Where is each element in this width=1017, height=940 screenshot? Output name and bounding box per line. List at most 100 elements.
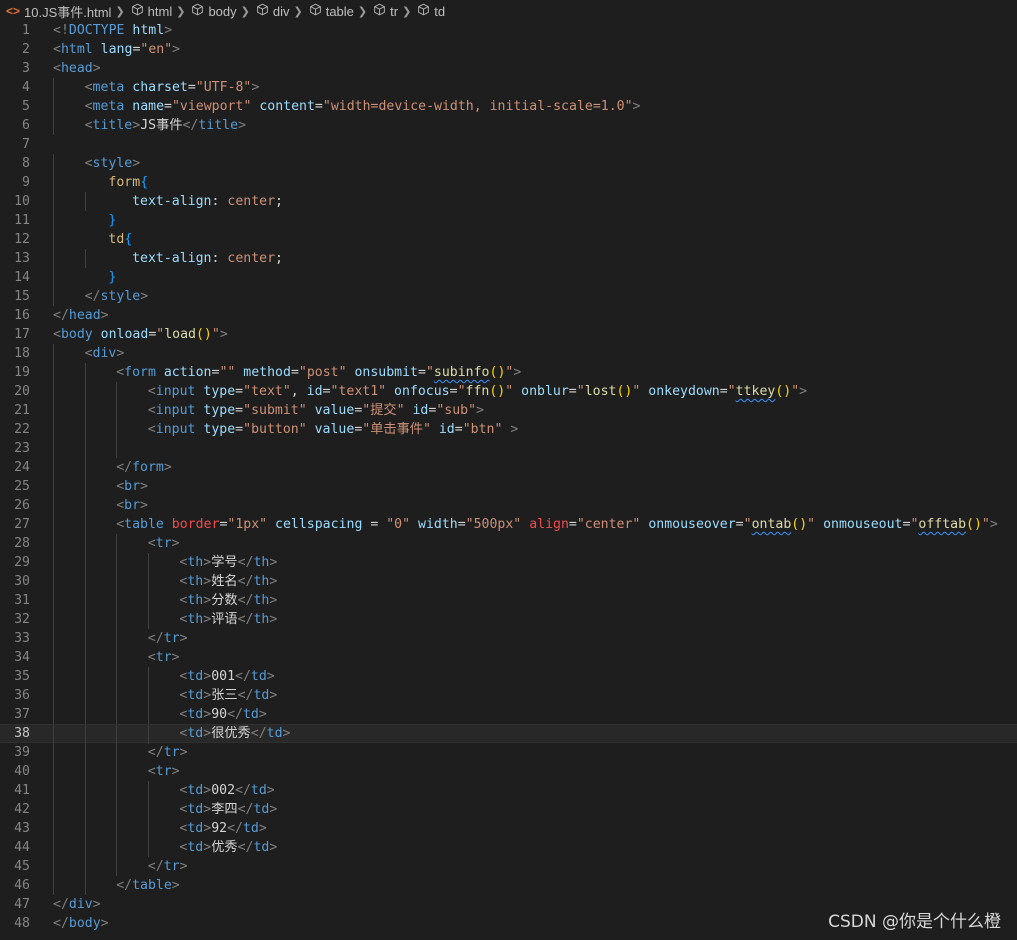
code-token: td [253, 688, 270, 703]
code-line[interactable]: 36 <td>张三</td> [0, 686, 1017, 705]
line-number: 31 [14, 593, 30, 608]
code-token: title [92, 118, 133, 133]
breadcrumb-item-html[interactable]: html ❯ [131, 3, 192, 19]
code-token: () [616, 384, 633, 399]
code-line[interactable]: 35 <td>001</td> [0, 667, 1017, 686]
code-line[interactable]: 24 </form> [0, 458, 1017, 477]
code-line[interactable]: 20 <input type="text", id="text1" onfocus… [0, 382, 1017, 401]
code-line[interactable]: 5 <meta name="viewport" content="width=de… [0, 97, 1017, 116]
code-token: ; [275, 194, 283, 209]
indent-guide [84, 534, 86, 553]
indent-guide [53, 705, 54, 724]
code-line[interactable]: 17 <body onload="load()"> [0, 325, 1017, 344]
editor-text-area[interactable]: 1 <!DOCTYPE html> 2 <html lang="en"> 3 <head>… [0, 21, 1017, 933]
breadcrumb-item-table[interactable]: table ❯ [309, 3, 373, 19]
code-line[interactable]: 40 <tr> [0, 762, 1017, 781]
code-line[interactable]: 38 <td>很优秀</td> [0, 724, 1017, 744]
code-line[interactable]: 45 </tr> [0, 857, 1017, 876]
line-number: 23 [14, 441, 30, 456]
code-text: <title>JS事件</title> [85, 116, 246, 135]
code-line[interactable]: 18 <div> [0, 344, 1017, 363]
code-token: = [568, 384, 577, 399]
indent-guide [116, 572, 118, 591]
code-token: </ [84, 289, 101, 304]
code-line[interactable]: 4 <meta charset="UTF-8"> [0, 78, 1017, 97]
code-token: action [163, 365, 212, 380]
code-line[interactable]: 44 <td>优秀</td> [0, 838, 1017, 857]
code-line[interactable]: 2 <html lang="en"> [0, 40, 1017, 59]
code-line[interactable]: 6 <title>JS事件</title> [0, 116, 1017, 135]
code-line[interactable]: 16 </head> [0, 306, 1017, 325]
indent-guide [116, 762, 118, 781]
breadcrumb-item-label: div [272, 3, 290, 19]
code-line[interactable]: 10 text-align: center; [0, 192, 1017, 211]
code-line[interactable]: 14 } [0, 268, 1017, 287]
code-line[interactable]: 1 <!DOCTYPE html> [0, 21, 1017, 40]
indent-guide [53, 268, 54, 287]
code-token: > [132, 118, 141, 133]
code-text: <td>002</td> [179, 781, 274, 800]
indent-guide [53, 876, 54, 895]
code-token: > [632, 99, 641, 114]
code-line[interactable]: 42 <td>李四</td> [0, 800, 1017, 819]
code-token: </ [182, 118, 199, 133]
code-token: type [203, 422, 236, 437]
code-token: < [116, 498, 125, 513]
indent-guide [84, 363, 86, 382]
code-line[interactable]: 43 <td>92</td> [0, 819, 1017, 838]
code-line[interactable]: 41 <td>002</td> [0, 781, 1017, 800]
code-line[interactable]: 37 <td>90</td> [0, 705, 1017, 724]
code-line[interactable]: 8 <style> [0, 154, 1017, 173]
code-token: 90 [211, 707, 228, 722]
code-line[interactable]: 33 </tr> [0, 629, 1017, 648]
code-line[interactable]: 13 text-align: center; [0, 249, 1017, 268]
code-line[interactable]: 39 </tr> [0, 743, 1017, 762]
code-line[interactable]: 31 <th>分数</th> [0, 591, 1017, 610]
code-line[interactable]: 29 <th>学号</th> [0, 553, 1017, 572]
chevron-right-icon: ❯ [176, 5, 186, 18]
breadcrumb-item-tr[interactable]: tr ❯ [373, 3, 417, 19]
code-line[interactable]: 23 [0, 439, 1017, 458]
code-line[interactable]: 3 <head> [0, 59, 1017, 78]
code-token: </ [147, 631, 164, 646]
code-text: <td>92</td> [179, 819, 266, 838]
indent-guide [53, 800, 54, 819]
indent-guide [53, 857, 54, 876]
indent-guide [53, 154, 54, 173]
breadcrumb-item-td[interactable]: td [417, 3, 445, 19]
code-line[interactable]: 27 <table border = "1px" cellspacing = "0" … [0, 515, 1017, 534]
code-line[interactable]: 26 <br> [0, 496, 1017, 515]
indent-guide [84, 382, 86, 401]
code-text: <br> [116, 496, 148, 515]
code-line[interactable]: 21 <input type="submit" value="提交" id="su… [0, 401, 1017, 420]
code-token: > [269, 612, 278, 627]
code-line[interactable]: 32 <th>评语</th> [0, 610, 1017, 629]
breadcrumb-file[interactable]: <> 10.JS事件.html ❯ [6, 2, 131, 21]
code-line[interactable]: 12 td{ [0, 230, 1017, 249]
code-line[interactable]: 28 <tr> [0, 534, 1017, 553]
code-text: <style> [85, 154, 141, 173]
code-line[interactable]: 11 } [0, 211, 1017, 230]
code-line[interactable]: 34 <tr> [0, 648, 1017, 667]
code-line[interactable]: 15 </style> [0, 287, 1017, 306]
code-text: <th>学号</th> [179, 553, 277, 572]
code-line[interactable]: 22 <input type="button" value="单击事件" id="… [0, 420, 1017, 439]
indent-guide [84, 496, 86, 515]
code-line[interactable]: 30 <th>姓名</th> [0, 572, 1017, 591]
breadcrumb-item-div[interactable]: div ❯ [256, 3, 309, 19]
breadcrumb-item-body[interactable]: body ❯ [191, 3, 255, 19]
code-text: <td>张三</td> [179, 686, 277, 705]
code-line[interactable]: 9 form{ [0, 173, 1017, 192]
code-token: "submit" [243, 403, 307, 418]
code-token: > [266, 669, 275, 684]
indent-guide [147, 800, 149, 819]
code-line[interactable]: 19 <form action="" method="post" onsubmit… [0, 363, 1017, 382]
code-text: <th>评语</th> [179, 610, 277, 629]
code-token: head [68, 308, 101, 323]
code-line[interactable]: 7 [0, 135, 1017, 154]
indent-guide [53, 458, 54, 477]
code-line[interactable]: 46 </table> [0, 876, 1017, 895]
code-line[interactable]: 25 <br> [0, 477, 1017, 496]
line-number: 43 [14, 821, 30, 836]
